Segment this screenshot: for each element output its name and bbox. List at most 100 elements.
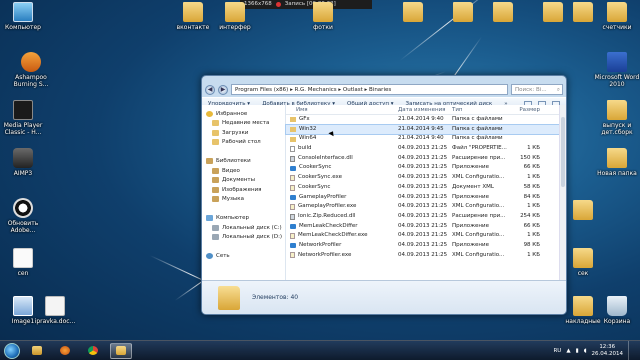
nav-item[interactable]: Локальный диск (C:) — [202, 223, 285, 233]
table-row[interactable]: CookerSync.exe 04.09.2013 21:25 XML Config… — [286, 173, 566, 183]
nav-item[interactable]: Документы — [202, 176, 285, 186]
nav-item-label: Локальный диск (D:) — [222, 234, 283, 241]
volume-icon[interactable]: ◖ — [584, 348, 587, 354]
show-desktop-button[interactable] — [628, 340, 634, 360]
network-icon[interactable]: ▮ — [576, 348, 579, 354]
desktop-icon[interactable] — [480, 2, 526, 24]
folder-icon — [573, 2, 593, 22]
table-row[interactable]: NetworkProfiler.exe 04.09.2013 21:25 XML C… — [286, 251, 566, 261]
vertical-scrollbar[interactable] — [559, 105, 566, 280]
back-button[interactable]: ◀ — [205, 84, 215, 95]
desktop-icon[interactable]: AIMP3 — [0, 148, 46, 177]
desktop-icon[interactable]: интерфер — [212, 2, 258, 31]
table-row[interactable]: NetworkProfiler 04.09.2013 21:25 Приложени… — [286, 241, 566, 251]
nav-item[interactable]: Библиотеки — [202, 157, 285, 167]
address-bar[interactable]: Program Files (x86) ▸ R.G. Mechanics ▸ O… — [231, 84, 508, 95]
file-size — [510, 115, 540, 125]
file-type: Расширение при... — [452, 154, 506, 161]
file-name: Win64 — [299, 135, 317, 142]
table-row[interactable]: CookerSync 04.09.2013 21:25 Приложение 66 К… — [286, 163, 566, 173]
file-icon — [290, 145, 295, 152]
column-name[interactable]: Имя — [286, 105, 398, 114]
desktop-icon[interactable]: cen — [0, 248, 46, 277]
taskbar-folder-window[interactable] — [110, 342, 132, 359]
table-row[interactable]: Ionic.Zip.Reduced.dll 04.09.2013 21:25 Рас… — [286, 212, 566, 222]
desktop-icon[interactable]: Microsoft Word 2010 — [594, 52, 640, 88]
taskbar-explorer[interactable] — [26, 343, 48, 359]
nav-item[interactable]: Изображения — [202, 185, 285, 195]
file-date: 04.09.2013 21:25 — [398, 145, 448, 152]
nav-item[interactable]: Загрузки — [202, 128, 285, 138]
column-size[interactable]: Размер — [510, 105, 540, 114]
nav-item[interactable]: Компьютер — [202, 214, 285, 224]
nav-item[interactable]: Локальный диск (D:) — [202, 233, 285, 243]
taskbar-chrome[interactable] — [82, 343, 104, 359]
desktop-icon[interactable]: Ashampoo Burning S... — [8, 52, 54, 88]
exe-icon — [290, 194, 296, 200]
file-date: 04.09.2013 21:25 — [398, 203, 448, 210]
file-name-cell: MemLeakCheckDiffer.exe — [286, 231, 398, 241]
file-name: NetworkProfiler — [299, 241, 342, 248]
table-row[interactable]: MemLeakCheckDiffer 04.09.2013 21:25 Прилож… — [286, 222, 566, 232]
desktop-icon[interactable]: вконтакте — [170, 2, 216, 31]
file-name: GameplayProfiler — [299, 193, 347, 200]
column-type[interactable]: Тип — [452, 105, 510, 114]
nav-item[interactable]: Музыка — [202, 195, 285, 205]
desktop-icon[interactable]: Media Player Classic - H... — [0, 100, 46, 136]
desktop-icon-label: Microsoft Word 2010 — [594, 74, 640, 88]
desktop-icon[interactable]: Корзина — [594, 296, 640, 325]
desktop-icon[interactable]: Обновить Adobe... — [0, 198, 46, 234]
desktop-icon[interactable]: Новая папка — [594, 148, 640, 177]
nav-item[interactable]: Рабочий стол — [202, 138, 285, 148]
file-size: 1 КБ — [527, 203, 540, 210]
column-date[interactable]: Дата изменения — [398, 105, 452, 114]
xml-icon — [290, 252, 295, 259]
table-row[interactable]: GameplayProfiler 04.09.2013 21:25 Приложен… — [286, 193, 566, 203]
desktop-icon[interactable] — [390, 2, 436, 24]
nav-item[interactable]: Недавние места — [202, 119, 285, 129]
desktop-icon[interactable]: счетчики — [594, 2, 640, 31]
table-row[interactable]: MemLeakCheckDiffer.exe 04.09.2013 21:25 XM… — [286, 231, 566, 241]
exe-icon — [290, 243, 296, 249]
table-row[interactable]: CookerSync 04.09.2013 21:25 Документ XML 58… — [286, 183, 566, 193]
file-name: CookerSync — [299, 164, 332, 171]
desktop-icon[interactable]: фотки — [300, 2, 346, 31]
file-date: 04.09.2013 21:25 — [398, 212, 448, 219]
nav-item[interactable]: Сеть — [202, 252, 285, 262]
folder-icon — [290, 117, 296, 123]
star-icon — [206, 110, 213, 117]
start-button[interactable] — [4, 342, 20, 359]
table-row[interactable]: ConsoleInterface.dll 04.09.2013 21:25 Расш… — [286, 154, 566, 164]
file-type: Приложение — [452, 241, 489, 248]
nav-item[interactable]: Видео — [202, 166, 285, 176]
lib-icon — [212, 177, 219, 184]
file-date: 04.09.2013 21:25 — [398, 164, 448, 171]
table-row[interactable]: build 04.09.2013 21:25 Файл "PROPERTIE... 1… — [286, 144, 566, 154]
language-indicator[interactable]: RU — [553, 348, 561, 354]
taskbar-media-player[interactable] — [54, 343, 76, 359]
word-icon — [607, 52, 627, 72]
file-name: GFx — [299, 116, 310, 122]
file-date: 04.09.2013 21:25 — [398, 193, 448, 200]
search-input[interactable]: Поиск: Bi... ⌕ — [511, 84, 563, 95]
file-size: 1 КБ — [527, 145, 540, 152]
scrollbar-thumb[interactable] — [561, 117, 565, 187]
file-date: 21.04.2014 9:40 — [398, 135, 444, 142]
desktop-icon[interactable]: выпуск и дет.сборк — [594, 100, 640, 136]
table-row[interactable]: Win64 21.04.2014 9:40 Папка с файлами — [286, 134, 566, 144]
pc-icon — [206, 215, 213, 222]
exe-icon — [290, 223, 296, 229]
desktop-icon[interactable]: ipravka.doc... — [32, 296, 78, 325]
tray-arrow-icon[interactable]: ▲ — [566, 348, 570, 354]
column-headers: Имя Дата изменения Тип Размер — [286, 105, 566, 115]
blank-icon — [13, 248, 33, 268]
desktop-icon[interactable]: Компьютер — [0, 2, 46, 31]
clock[interactable]: 12:36 26.04.2014 — [592, 344, 624, 357]
table-row[interactable]: GFx 21.04.2014 9:40 Папка с файлами — [286, 115, 566, 125]
file-type: XML Configuratio... — [452, 174, 505, 181]
nav-item[interactable]: Избранное — [202, 109, 285, 119]
table-row[interactable]: GameplayProfiler.exe 04.09.2013 21:25 XML … — [286, 202, 566, 212]
lib-icon — [206, 158, 213, 165]
forward-button[interactable]: ▶ — [218, 84, 228, 95]
